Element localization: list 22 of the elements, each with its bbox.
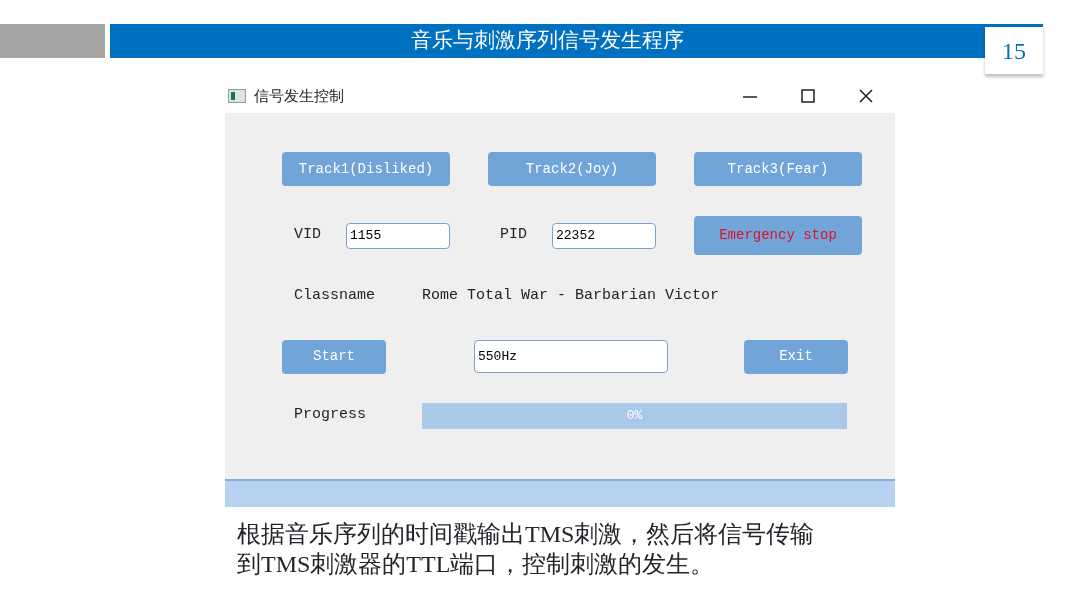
- emergency-stop-button[interactable]: Emergency stop: [694, 216, 862, 255]
- track-button[interactable]: Track2(Joy): [488, 152, 656, 186]
- vid-label: VID: [294, 225, 322, 246]
- pid-field[interactable]: 22352: [552, 222, 656, 249]
- vid-field[interactable]: 1155: [346, 222, 450, 249]
- classname-value: Rome Total War - Barbarian Victor: [422, 286, 720, 306]
- progress-reading: 0%: [626, 407, 643, 423]
- app-icon: [228, 89, 246, 103]
- start-button[interactable]: Start: [282, 339, 386, 374]
- track-button[interactable]: Track1(Disliked): [282, 152, 450, 186]
- maximize-icon[interactable]: [801, 89, 815, 103]
- progress-label: Progress: [294, 405, 367, 426]
- exit-button[interactable]: Exit: [744, 339, 848, 374]
- track-button[interactable]: Track3(Fear): [694, 152, 862, 186]
- slide-title: 音乐与刺激序列信号发生程序: [110, 24, 985, 58]
- close-icon[interactable]: [859, 89, 873, 103]
- window-title: 信号发生控制: [254, 85, 344, 107]
- frequency-field[interactable]: 550Hz: [474, 340, 668, 373]
- pid-label: PID: [500, 225, 528, 246]
- caption-text: 根据音乐序列的时间戳输出TMS刺激，然后将信号传输到TMS刺激器的TTL端口，控制刺激的发生。: [237, 520, 816, 579]
- classname-label: Classname: [294, 286, 376, 306]
- page-number: 15: [985, 24, 1043, 74]
